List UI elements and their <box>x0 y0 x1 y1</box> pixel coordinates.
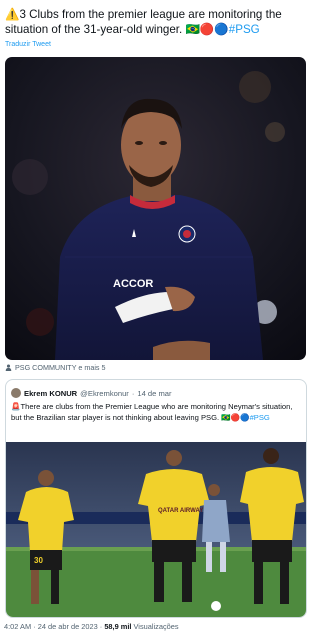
tagged-label: PSG COMMUNITY e mais 5 <box>15 363 106 372</box>
shirt-number: 30 <box>34 556 43 565</box>
person-icon <box>5 364 12 371</box>
quote-date[interactable]: 14 de mar <box>137 389 171 398</box>
avatar[interactable] <box>11 388 21 398</box>
footer-separator: · <box>33 622 36 631</box>
views-label: Visualizações <box>133 622 179 631</box>
hashtag-link[interactable]: #PSG <box>229 23 260 36</box>
kit-letters: ACCOR <box>113 278 153 290</box>
footer-separator: · <box>99 622 103 631</box>
tweet-text: ⚠️3 Clubs from the premier league are mo… <box>5 8 307 37</box>
tweet-date[interactable]: 24 de abr de 2023 <box>38 622 98 631</box>
translate-link[interactable]: Traduzir Tweet <box>5 41 51 48</box>
tweet-time[interactable]: 4:02 AM <box>4 622 31 631</box>
sponsor-text: QATAR AIRWAYS <box>158 508 207 514</box>
quote-hashtag-link[interactable]: #PSG <box>250 413 270 422</box>
tweet-photo[interactable]: ACCOR <box>5 57 306 360</box>
quote-separator: · <box>131 388 135 398</box>
quote-photo[interactable]: 30 QATAR AIRWAYS <box>6 442 306 617</box>
quote-author-handle[interactable]: @Ekremkonur <box>80 389 129 398</box>
tweet-footer: 4:02 AM · 24 de abr de 2023 · 58,9 mil V… <box>4 622 179 631</box>
neymar-photo: ACCOR <box>5 57 306 360</box>
warning-icon: ⚠️ <box>5 8 20 21</box>
views-count: 58,9 mil <box>104 622 132 631</box>
quote-text: 🚨There are clubs from the Premier League… <box>11 402 301 423</box>
quoted-tweet[interactable]: Ekrem KONUR @Ekremkonur · 14 de mar 🚨The… <box>5 379 307 618</box>
training-photo: 30 QATAR AIRWAYS <box>6 442 306 617</box>
quote-header: Ekrem KONUR @Ekremkonur · 14 de mar <box>11 388 172 398</box>
tagged-users[interactable]: PSG COMMUNITY e mais 5 <box>5 363 106 372</box>
quote-author-name[interactable]: Ekrem KONUR <box>24 389 77 398</box>
